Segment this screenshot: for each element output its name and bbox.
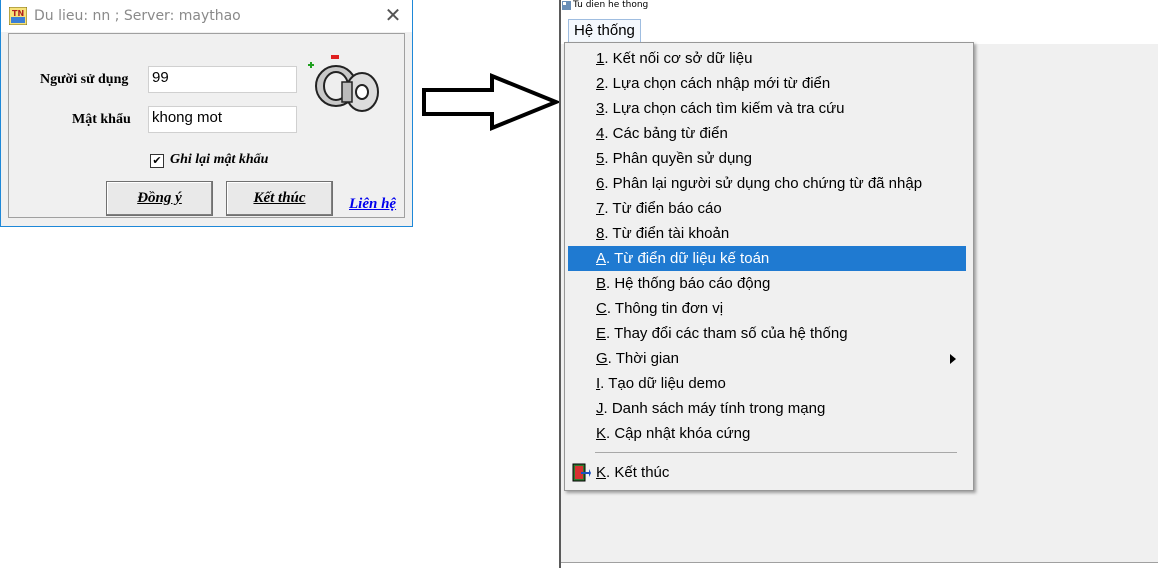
ok-button-label: Đồng ý xyxy=(137,190,182,206)
menu-item-label: . Phân quyền sử dụng xyxy=(604,150,752,167)
menu-item[interactable]: C. Thông tin đơn vị xyxy=(568,296,966,321)
svg-text:TN: TN xyxy=(12,9,24,18)
menu-item-accelerator: E xyxy=(596,325,607,342)
keys-icon xyxy=(308,55,379,112)
menu-item[interactable]: 6. Phân lại người sử dụng cho chứng từ đ… xyxy=(568,171,966,196)
menu-item-label: . Thay đổi các tham số của hệ thống xyxy=(606,325,848,342)
menu-item-label: . Kết nối cơ sở dữ liệu xyxy=(604,50,753,67)
menu-he-thong[interactable]: Hệ thống xyxy=(568,19,641,43)
menu-item[interactable]: 5. Phân quyền sử dụng xyxy=(568,146,966,171)
menu-item-accelerator: B xyxy=(596,275,607,292)
menu-item-accelerator: K xyxy=(596,464,607,481)
remember-label: Ghi lại mật khẩu xyxy=(170,152,269,167)
menu-item-label: . Hệ thống báo cáo động xyxy=(606,275,771,292)
menu-item[interactable]: 1. Kết nối cơ sở dữ liệu xyxy=(568,46,966,71)
menu-item-label: . Danh sách máy tính trong mạng xyxy=(603,400,826,417)
menu-item[interactable]: G. Thời gian xyxy=(568,346,966,371)
menu-item[interactable]: J. Danh sách máy tính trong mạng xyxy=(568,396,966,421)
menu-item-label: . Thời gian xyxy=(607,350,679,367)
menu-item-label: . Từ điển dữ liệu kế toán xyxy=(606,250,770,267)
menu-item[interactable]: 2. Lựa chọn cách nhập mới từ điển xyxy=(568,71,966,96)
exit-button[interactable]: Kết thúc xyxy=(226,181,333,216)
menu-item[interactable]: A. Từ điển dữ liệu kế toán xyxy=(568,246,966,271)
menu-item-label: . Lựa chọn cách nhập mới từ điển xyxy=(604,75,831,92)
menu-item-label: . Phân lại người sử dụng cho chứng từ đã… xyxy=(604,175,923,192)
right-arrow-icon xyxy=(422,73,560,131)
username-field[interactable]: 99 xyxy=(148,66,297,93)
menu-item-exit[interactable]: K. Kết thúc xyxy=(568,460,966,485)
menu-item[interactable]: 7. Từ điển báo cáo xyxy=(568,196,966,221)
close-icon[interactable]: ✕ xyxy=(382,4,404,26)
password-field[interactable]: khong mot xyxy=(148,106,297,133)
window-icon xyxy=(562,1,571,10)
login-dialog: TN Du lieu: nn ; Server: maythao ✕ Người… xyxy=(0,0,413,227)
exit-door-icon xyxy=(572,463,591,482)
ok-button[interactable]: Đồng ý xyxy=(106,181,213,216)
login-panel: Người sử dụng 99 Mật khẩu khong mot ✔ Gh… xyxy=(8,33,405,218)
menu-item[interactable]: E. Thay đổi các tham số của hệ thống xyxy=(568,321,966,346)
menu-item[interactable]: K. Cập nhật khóa cứng xyxy=(568,421,966,446)
menu-item-label: . Kết thúc xyxy=(606,464,670,481)
exit-button-label: Kết thúc xyxy=(253,190,306,206)
menu-item-accelerator: G xyxy=(596,350,608,367)
menu-item-accelerator: K xyxy=(596,425,607,442)
window-title: Tu dien he thong xyxy=(573,0,649,10)
menu-item-label: . Lựa chọn cách tìm kiếm và tra cứu xyxy=(604,100,845,117)
menu-item-label: . Từ điển tài khoản xyxy=(604,225,730,242)
app-logo-icon: TN xyxy=(9,7,27,25)
remember-checkbox[interactable]: ✔ xyxy=(150,154,164,168)
menu-item[interactable]: 8. Từ điển tài khoản xyxy=(568,221,966,246)
contact-link[interactable]: Liên hệ xyxy=(349,196,396,213)
menu-item[interactable]: 3. Lựa chọn cách tìm kiếm và tra cứu xyxy=(568,96,966,121)
submenu-arrow-icon xyxy=(950,354,956,364)
dialog-titlebar: TN Du lieu: nn ; Server: maythao ✕ xyxy=(1,0,412,32)
menu-item-accelerator: J xyxy=(596,400,604,417)
menu-item[interactable]: I. Tạo dữ liệu demo xyxy=(568,371,966,396)
menu-item[interactable]: 4. Các bảng từ điển xyxy=(568,121,966,146)
menu-bar: Hệ thống xyxy=(561,14,1158,44)
menu-item-label: . Tạo dữ liệu demo xyxy=(600,375,726,392)
menu-item[interactable]: B. Hệ thống báo cáo động xyxy=(568,271,966,296)
menu-item-label: . Thông tin đơn vị xyxy=(606,300,724,317)
password-label: Mật khẩu xyxy=(72,112,131,127)
menu-item-label: . Cập nhật khóa cứng xyxy=(606,425,751,442)
menu-item-label: . Các bảng từ điển xyxy=(604,125,728,142)
username-label: Người sử dụng xyxy=(40,72,129,87)
dialog-title: Du lieu: nn ; Server: maythao xyxy=(34,8,241,24)
window-bottom-border xyxy=(561,562,1158,563)
menu-item-label: . Từ điển báo cáo xyxy=(604,200,722,217)
menu-item-accelerator: A xyxy=(596,250,607,267)
menu-separator xyxy=(595,452,957,453)
menu-item-accelerator: C xyxy=(596,300,607,317)
dropdown-menu: 1. Kết nối cơ sở dữ liệu 2. Lựa chọn cách… xyxy=(564,42,974,491)
menu-he-thong-label: Hệ thống xyxy=(574,22,635,39)
